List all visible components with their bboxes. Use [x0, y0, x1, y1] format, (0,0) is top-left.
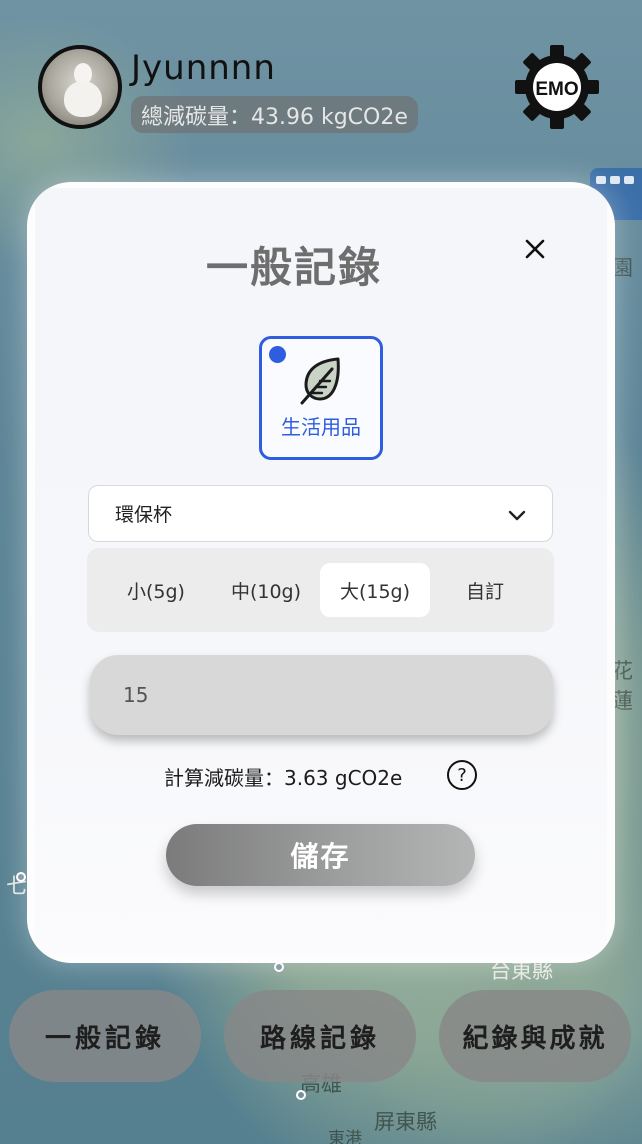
map-marker	[274, 962, 284, 972]
chevron-down-icon	[508, 510, 526, 521]
map-label: 園	[612, 256, 633, 280]
size-option-large[interactable]: 大(15g)	[320, 563, 430, 617]
map-marker	[16, 872, 26, 882]
emo-label: EMO	[535, 79, 578, 100]
map-label: 花蓮	[612, 659, 633, 713]
nav-route-record-button[interactable]: 路線記錄	[224, 990, 416, 1082]
username: Jyunnnn	[131, 48, 276, 88]
modal-title: 一般記錄	[205, 243, 382, 292]
save-button[interactable]: 儲存	[166, 824, 475, 886]
avatar[interactable]	[38, 45, 122, 129]
size-option-custom[interactable]: 自訂	[430, 563, 540, 617]
calculated-reduction: 計算減碳量：3.63 gCO2e	[164, 765, 403, 790]
close-button[interactable]	[520, 234, 550, 264]
item-select-value: 環保杯	[115, 504, 173, 526]
emo-gear-button[interactable]: EMO	[514, 45, 600, 129]
nav-achievements-button[interactable]: 紀錄與成就	[439, 990, 631, 1082]
close-icon	[525, 239, 545, 259]
category-card-daily-goods[interactable]: 生活用品	[259, 336, 383, 460]
selected-indicator	[269, 346, 286, 363]
map-label: 東港	[328, 1129, 362, 1144]
leaf-icon	[300, 357, 340, 405]
category-label: 生活用品	[281, 415, 361, 439]
size-option-small[interactable]: 小(5g)	[101, 563, 211, 617]
total-reduction-badge: 總減碳量：43.96 kgCO2e	[131, 96, 418, 133]
amount-input[interactable]: 15	[90, 655, 553, 735]
size-option-medium[interactable]: 中(10g)	[211, 563, 321, 617]
help-button[interactable]: ?	[447, 760, 477, 790]
map-label: 屏東縣	[374, 1110, 437, 1134]
item-select[interactable]: 環保杯	[88, 485, 553, 542]
map-marker	[296, 1090, 306, 1100]
gear-icon: EMO	[515, 45, 599, 129]
nav-general-record-button[interactable]: 一般記錄	[9, 990, 201, 1082]
size-segmented-control: 小(5g) 中(10g) 大(15g) 自訂	[87, 548, 554, 632]
